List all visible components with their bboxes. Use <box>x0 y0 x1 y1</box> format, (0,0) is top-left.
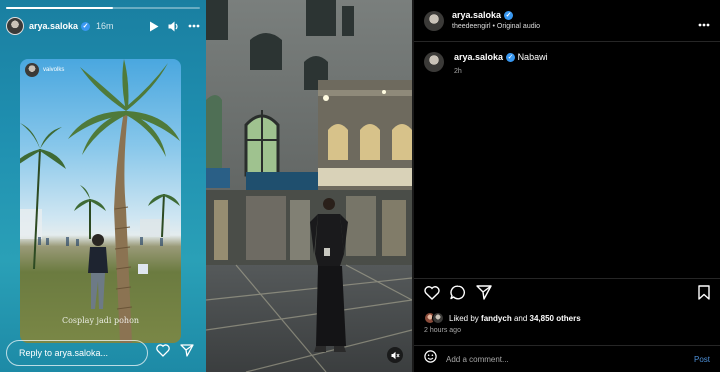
more-icon[interactable] <box>698 14 710 32</box>
play-icon[interactable] <box>148 20 160 32</box>
post-header: arya.saloka ✓ theedeengirl • Original aud… <box>414 0 720 42</box>
verified-icon: ✓ <box>506 53 516 63</box>
post-author-username[interactable]: arya.saloka ✓ <box>452 10 540 21</box>
caption-text: Nabawi <box>517 52 548 62</box>
story-progress-fill <box>6 7 113 9</box>
comment-bar: Add a comment... Post <box>414 345 720 372</box>
mute-icon[interactable] <box>387 347 403 363</box>
caption-avatar[interactable] <box>424 52 444 72</box>
verified-icon: ✓ <box>81 22 91 32</box>
liked-by-prefix: Liked by <box>449 313 479 323</box>
heart-icon[interactable] <box>156 344 170 362</box>
post-media[interactable] <box>206 0 412 372</box>
post-author-avatar[interactable] <box>424 10 444 31</box>
bookmark-icon[interactable] <box>698 285 710 305</box>
post-time: 2 hours ago <box>424 327 461 334</box>
comment-icon[interactable] <box>450 285 466 305</box>
story-shared-post[interactable]: vaivolks Cosplay jadi pohon <box>20 59 181 343</box>
heart-icon[interactable] <box>424 285 440 305</box>
liked-by-count[interactable]: 34,850 others <box>530 314 581 323</box>
story-reply-bar: Reply to arya.saloka... <box>6 340 200 366</box>
post-audio[interactable]: theedeengirl • Original audio <box>452 21 540 32</box>
liked-by-user[interactable]: fandych <box>481 314 512 323</box>
post-details: arya.saloka ✓ theedeengirl • Original aud… <box>414 0 720 372</box>
story-viewer: arya.saloka ✓ 16m vaivolks Cosplay jadi … <box>0 0 206 372</box>
likes-summary[interactable]: Liked by fandych and 34,850 others <box>424 312 581 324</box>
post-caption: arya.saloka ✓ Nabawi 2h <box>424 52 548 75</box>
story-card-caption: Cosplay jadi pohon <box>61 316 140 325</box>
more-icon[interactable] <box>188 20 200 32</box>
story-time: 16m <box>96 21 114 31</box>
caption-time: 2h <box>454 68 462 76</box>
volume-icon[interactable] <box>168 20 180 32</box>
story-header: arya.saloka ✓ 16m <box>6 14 200 38</box>
story-photo <box>20 59 180 343</box>
emoji-icon[interactable] <box>424 350 437 368</box>
caption-username[interactable]: arya.saloka <box>454 52 503 62</box>
post-photo <box>206 0 412 372</box>
post-comment-button[interactable]: Post <box>694 355 710 364</box>
story-card-avatar <box>25 63 39 77</box>
liker-avatar <box>432 312 444 324</box>
post-actions <box>424 285 710 305</box>
story-avatar[interactable] <box>6 17 24 35</box>
story-card-username: vaivolks <box>43 67 65 73</box>
actions-divider <box>414 278 720 279</box>
liker-avatars <box>424 312 444 324</box>
story-reply-input[interactable]: Reply to arya.saloka... <box>6 340 148 366</box>
verified-icon: ✓ <box>504 10 514 20</box>
liked-by-mid: and <box>513 313 528 323</box>
story-progress-bar <box>6 7 200 9</box>
send-icon[interactable] <box>180 344 194 362</box>
story-card-header[interactable]: vaivolks <box>25 63 64 77</box>
story-username[interactable]: arya.saloka ✓ <box>29 21 91 32</box>
comment-input[interactable]: Add a comment... <box>446 355 509 364</box>
send-icon[interactable] <box>476 285 492 305</box>
